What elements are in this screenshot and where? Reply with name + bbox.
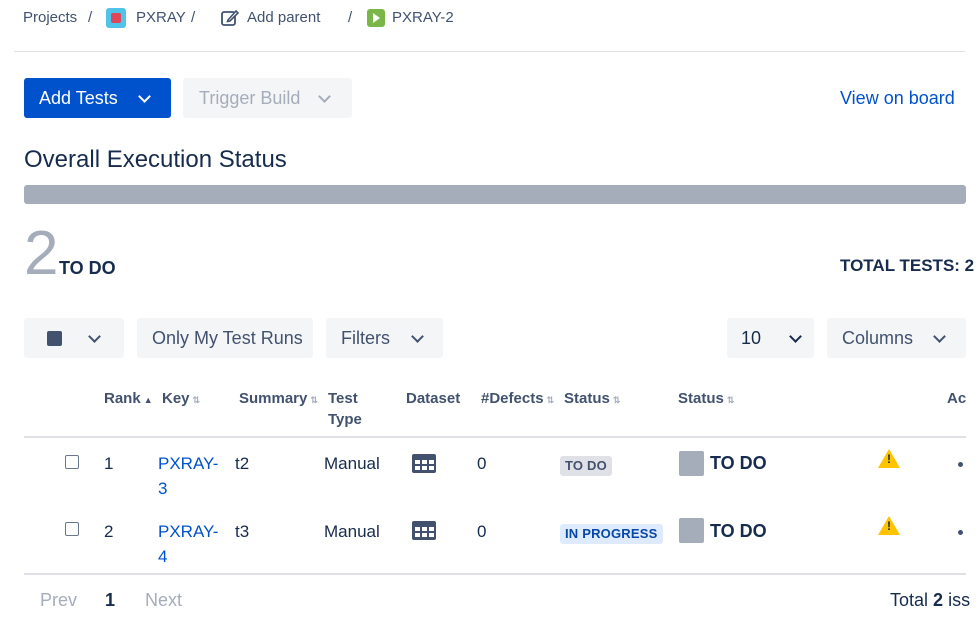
- only-my-test-runs-label: Only My Test Runs: [152, 328, 303, 348]
- page-size-value: 10: [741, 328, 762, 348]
- row-defects: 0: [477, 454, 487, 473]
- sort-icon: ⇅: [726, 395, 735, 405]
- execution-progress-bar: [24, 185, 966, 204]
- add-tests-label: Add Tests: [39, 88, 118, 108]
- row-defects: 0: [477, 522, 487, 541]
- test-status-lozenge: IN PROGRESS: [560, 524, 663, 544]
- sort-icon: ⇅: [310, 395, 318, 405]
- header-test-status[interactable]: Status ⇅: [564, 388, 620, 411]
- chevron-down-icon: [88, 329, 101, 343]
- add-tests-button[interactable]: Add Tests: [24, 78, 171, 118]
- issue-type-icon: [367, 9, 385, 27]
- prev-page-button[interactable]: Prev: [40, 590, 77, 611]
- columns-label: Columns: [842, 328, 914, 348]
- columns-dropdown[interactable]: Columns: [827, 318, 966, 358]
- row-summary: t2: [235, 454, 250, 473]
- header-summary[interactable]: Summary ⇅: [239, 388, 318, 411]
- bulk-select-dropdown[interactable]: [24, 318, 124, 358]
- run-status-swatch: [679, 518, 704, 543]
- breadcrumb-separator: /: [88, 9, 93, 26]
- breadcrumb-separator: /: [348, 9, 353, 26]
- test-status-lozenge: TO DO: [560, 456, 612, 476]
- todo-count: 2: [24, 219, 59, 288]
- todo-count-label: TO DO: [59, 258, 116, 278]
- chevron-down-icon: [789, 329, 802, 343]
- chevron-down-icon: [933, 329, 946, 343]
- sort-icon: ⇅: [546, 395, 555, 405]
- row-actions-icon[interactable]: [958, 462, 963, 467]
- total-issues-count: Total 2 iss: [890, 590, 971, 610]
- row-summary: t3: [235, 522, 250, 541]
- chevron-down-icon: [318, 89, 332, 103]
- breadcrumb-project[interactable]: PXRAY: [136, 8, 186, 28]
- dataset-table-icon[interactable]: [411, 520, 437, 541]
- sort-icon: ⇅: [612, 395, 621, 405]
- add-parent-link[interactable]: Add parent: [247, 8, 320, 28]
- dataset-table-icon[interactable]: [411, 453, 437, 474]
- header-run-status[interactable]: Status ⇅: [678, 388, 734, 411]
- row-checkbox[interactable]: [65, 522, 79, 536]
- project-avatar-icon: [106, 8, 126, 28]
- page-title: Overall Execution Status: [24, 146, 287, 173]
- select-all-checkbox[interactable]: [47, 330, 62, 346]
- sort-asc-icon: ▲: [143, 395, 153, 405]
- header-key[interactable]: Key ⇅: [162, 388, 200, 411]
- run-status-swatch: [679, 451, 704, 476]
- run-status-label[interactable]: TO DO: [710, 453, 767, 474]
- run-status-label[interactable]: TO DO: [710, 521, 767, 542]
- chevron-down-icon: [411, 329, 424, 343]
- row-test-type: Manual: [324, 454, 380, 473]
- row-checkbox[interactable]: [65, 455, 79, 469]
- chevron-down-icon: [137, 89, 151, 103]
- header-rank[interactable]: Rank ▲: [104, 388, 153, 411]
- sort-icon: ⇅: [192, 395, 201, 405]
- edit-icon[interactable]: [220, 8, 240, 28]
- trigger-build-button[interactable]: Trigger Build: [183, 78, 352, 118]
- header-divider: [14, 51, 965, 52]
- row-rank: 2: [104, 522, 114, 541]
- header-dataset: Dataset: [406, 390, 461, 407]
- table-bottom-divider: [24, 573, 966, 575]
- page-size-select[interactable]: 10: [727, 318, 814, 358]
- breadcrumb-projects[interactable]: Projects: [23, 8, 77, 28]
- breadcrumb-separator: /: [191, 9, 196, 26]
- row-key-link[interactable]: PXRAY- 4: [158, 519, 218, 569]
- warning-icon: !: [878, 516, 900, 535]
- filters-dropdown[interactable]: Filters: [326, 318, 443, 358]
- filters-label: Filters: [341, 328, 390, 348]
- total-tests: TOTAL TESTS: 2: [840, 256, 975, 275]
- row-key-link[interactable]: PXRAY- 3: [158, 451, 218, 501]
- trigger-build-label: Trigger Build: [199, 88, 301, 108]
- row-actions-icon[interactable]: [958, 530, 963, 535]
- page-number-button[interactable]: 1: [105, 590, 115, 611]
- warning-icon: !: [878, 449, 900, 468]
- next-page-button[interactable]: Next: [145, 590, 182, 611]
- header-defects[interactable]: #Defects ⇅: [481, 388, 554, 411]
- view-on-board-link[interactable]: View on board: [840, 88, 955, 109]
- header-actions: Ac: [947, 390, 967, 407]
- header-divider: [24, 436, 966, 438]
- row-rank: 1: [104, 454, 114, 473]
- breadcrumb-issue[interactable]: PXRAY-2: [392, 8, 454, 28]
- only-my-test-runs-button[interactable]: Only My Test Runs: [137, 318, 313, 358]
- row-test-type: Manual: [324, 522, 380, 541]
- header-test-type[interactable]: Test Type: [328, 388, 362, 430]
